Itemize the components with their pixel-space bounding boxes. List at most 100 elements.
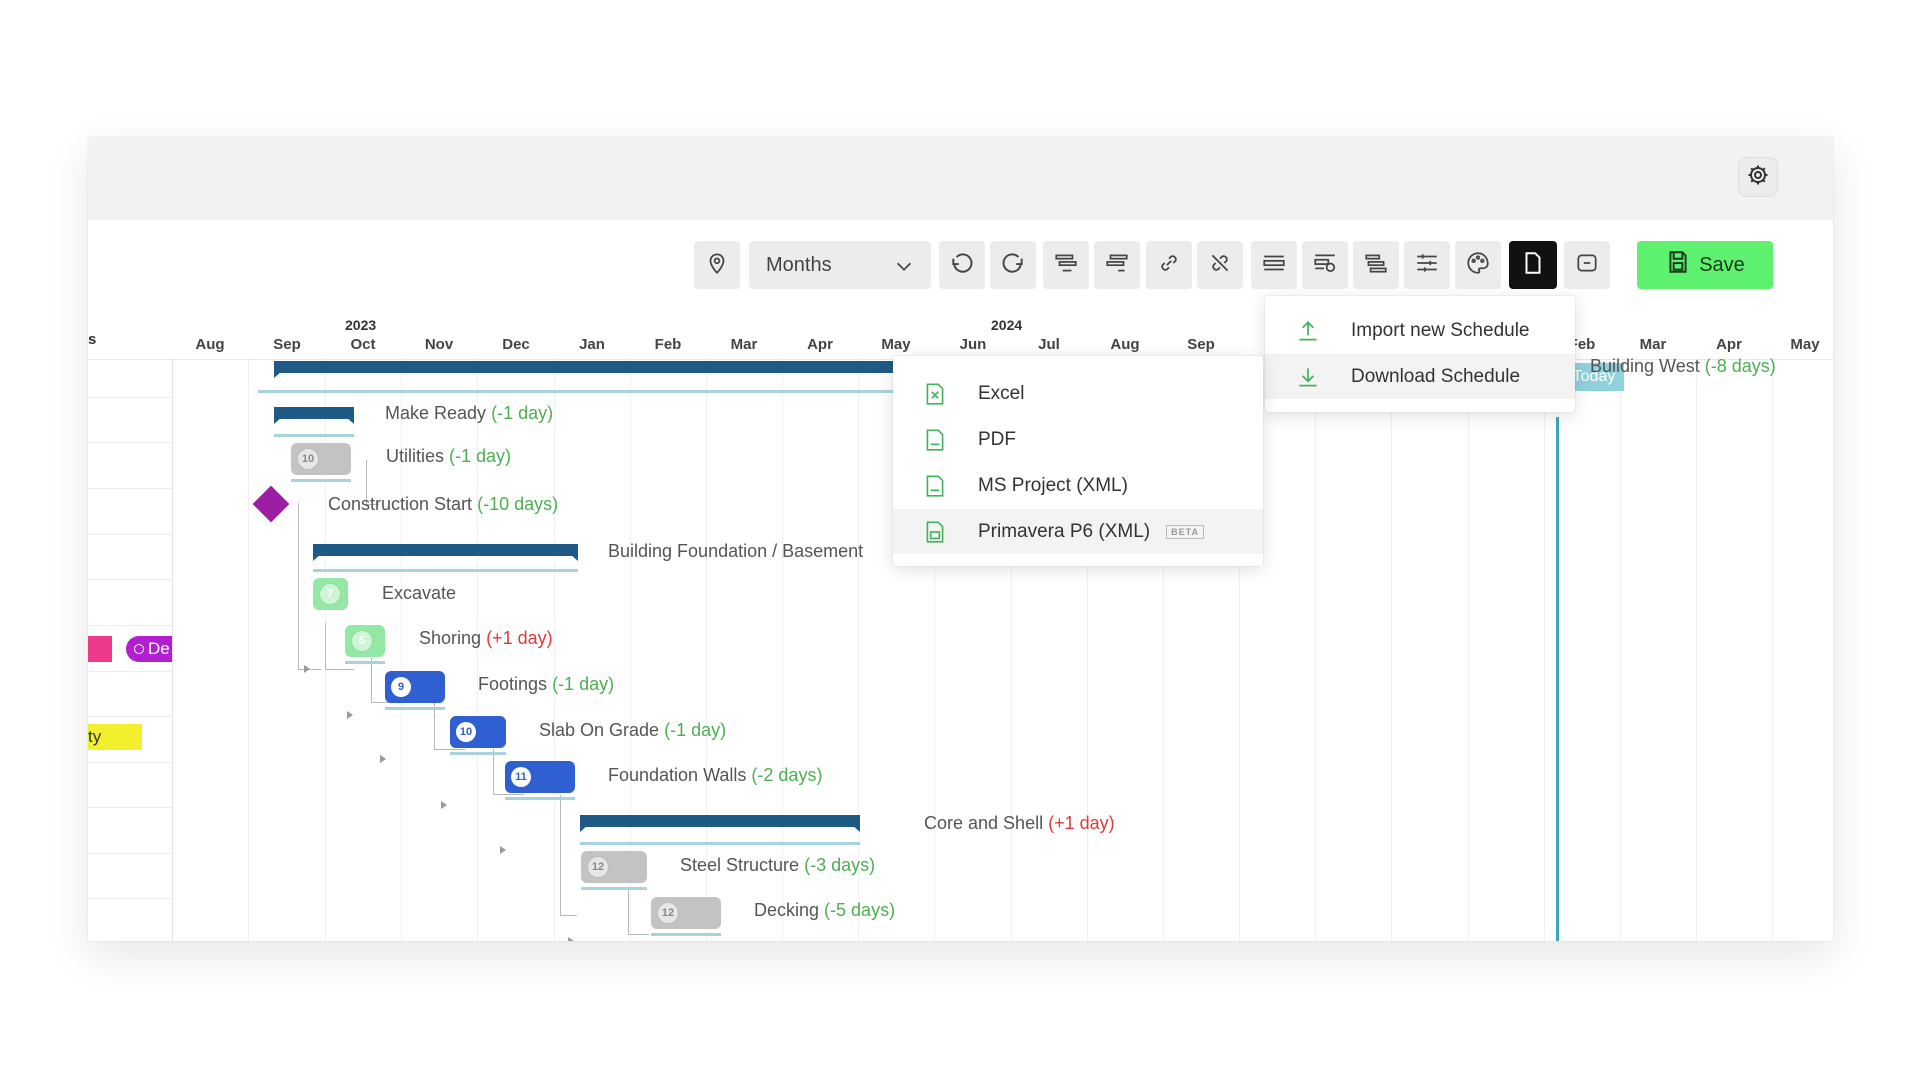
row-divider (88, 853, 172, 854)
milestone-marker[interactable] (252, 485, 290, 523)
color-button[interactable] (1455, 241, 1501, 289)
month-label: Oct (350, 336, 376, 353)
row-divider (88, 488, 172, 489)
task-bar[interactable]: 11 (505, 761, 575, 793)
row-divider (88, 807, 172, 808)
pin-button[interactable] (694, 241, 740, 289)
summary-bar[interactable] (274, 407, 354, 424)
download-icon (1295, 364, 1321, 390)
top-bar (88, 137, 1833, 220)
task-label: Decking (-5 days) (754, 900, 895, 921)
task-bar[interactable]: 5 (345, 625, 385, 657)
month-label: Sep (273, 336, 301, 353)
export-button[interactable] (1509, 241, 1557, 289)
outdent-icon (1104, 250, 1130, 281)
export-excel-item[interactable]: Excel (893, 371, 1263, 416)
baseline-icon (1574, 250, 1600, 281)
baseline-bar (651, 933, 721, 936)
grid-line (1468, 359, 1469, 941)
task-bar[interactable]: 9 (385, 671, 445, 703)
task-bar[interactable]: 12 (581, 851, 647, 883)
task-bar[interactable]: 10 (450, 716, 506, 748)
task-delta: (-2 days) (751, 765, 823, 785)
month-label: Jun (959, 336, 987, 353)
task-name: Building West (1590, 356, 1700, 376)
beta-badge: BETA (1166, 524, 1204, 539)
status-chip-purple[interactable]: De (126, 636, 172, 662)
baseline-bar (450, 752, 506, 755)
grid-line (858, 359, 859, 941)
baseline-bar (313, 569, 578, 572)
schedule-menu: Import new Schedule Download Schedule (1265, 296, 1575, 412)
task-label: Utilities (-1 day) (386, 446, 511, 467)
outdent-button[interactable] (1094, 241, 1140, 289)
grid-line (1315, 359, 1316, 941)
duration-badge: 10 (456, 722, 476, 742)
row-divider (88, 671, 172, 672)
task-name: Decking (754, 900, 820, 920)
task-name: Excavate (382, 583, 457, 603)
grid-line (1620, 359, 1621, 941)
task-label: Shoring (+1 day) (419, 628, 553, 649)
menu-item-label: MS Project (XML) (978, 474, 1128, 496)
task-bar[interactable]: 10 (291, 443, 351, 475)
task-bar[interactable]: 12 (651, 897, 721, 929)
undo-button[interactable] (939, 241, 985, 289)
indent-button[interactable] (1043, 241, 1089, 289)
task-bar[interactable]: 7 (313, 578, 348, 610)
baseline-bar (580, 842, 860, 845)
settings-button[interactable] (1738, 157, 1778, 197)
redo-button[interactable] (990, 241, 1036, 289)
task-name: Utilities (386, 446, 445, 466)
baseline-button[interactable] (1564, 241, 1610, 289)
row-divider (88, 625, 172, 626)
task-delta: (+1 day) (486, 628, 553, 648)
status-chip-pink[interactable] (88, 636, 112, 662)
status-chip-label: ty (88, 727, 102, 746)
palette-icon (1465, 250, 1491, 281)
zoom-select[interactable]: Months (749, 241, 931, 289)
arrow-icon (304, 665, 310, 673)
gear-icon (1746, 163, 1770, 192)
task-name: Building Foundation / Basement (608, 541, 864, 561)
import-schedule-item[interactable]: Import new Schedule (1265, 308, 1575, 353)
left-column-header: s (88, 331, 97, 348)
task-delta: (-1 day) (664, 720, 727, 740)
row-divider (88, 898, 172, 899)
arrow-icon (347, 711, 353, 719)
settings-sliders-button[interactable] (1404, 241, 1450, 289)
arrow-icon (568, 937, 574, 941)
year-label: 2024 (991, 317, 1023, 333)
month-label: Jan (579, 336, 605, 353)
export-primavera-item[interactable]: Primavera P6 (XML) BETA (893, 509, 1263, 554)
status-chip-yellow[interactable]: ty (88, 724, 142, 750)
zoom-select-value: Months (766, 253, 832, 276)
summary-bar[interactable] (313, 544, 578, 561)
link-button[interactable] (1146, 241, 1192, 289)
save-button[interactable]: Save (1637, 241, 1773, 289)
month-label: Jul (1038, 336, 1060, 353)
sort-button[interactable] (1353, 241, 1399, 289)
task-label: Slab On Grade (-1 day) (539, 720, 726, 741)
p6-file-icon (922, 519, 948, 545)
export-pdf-item[interactable]: PDF (893, 417, 1263, 462)
schedule-toolbar: Months Save (88, 241, 1833, 291)
task-name: Make Ready (385, 403, 487, 423)
grid-line (554, 359, 555, 941)
collapse-all-button[interactable] (1251, 241, 1297, 289)
pdf-file-icon (922, 427, 948, 453)
task-delta: (-3 days) (804, 855, 876, 875)
status-chip-label: De (148, 639, 170, 658)
export-ms-project-item[interactable]: MS Project (XML) (893, 463, 1263, 508)
download-schedule-item[interactable]: Download Schedule (1265, 354, 1575, 399)
task-name: Footings (478, 674, 548, 694)
summary-bar[interactable] (580, 815, 860, 832)
unlink-button[interactable] (1197, 241, 1243, 289)
filter-button[interactable] (1302, 241, 1348, 289)
today-line (1556, 417, 1559, 941)
dependency-line (628, 887, 649, 935)
indent-icon (1053, 250, 1079, 281)
month-label: May (881, 336, 911, 353)
task-label: Foundation Walls (-2 days) (608, 765, 822, 786)
dot-icon (134, 644, 144, 654)
